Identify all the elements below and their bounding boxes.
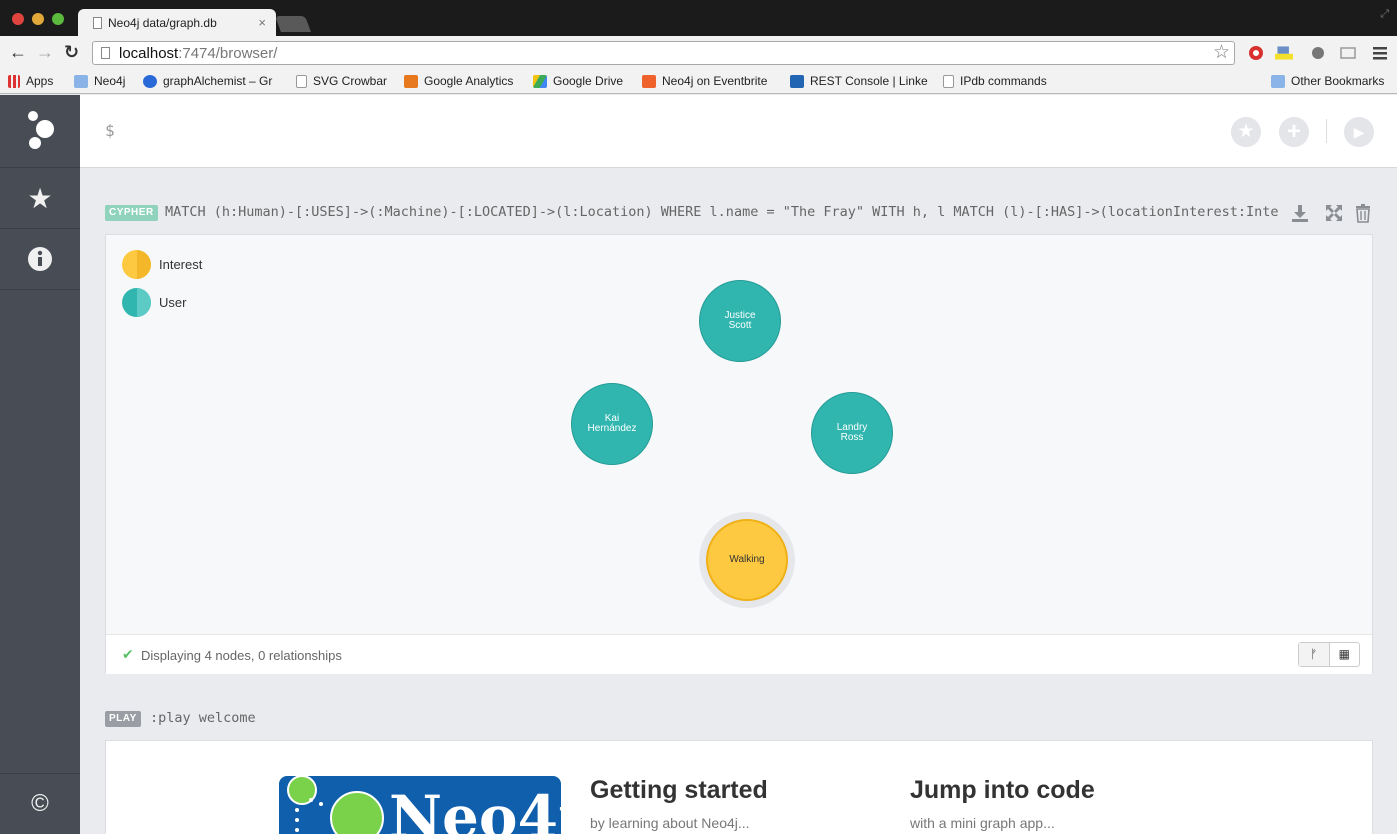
page-icon (101, 47, 110, 59)
tab-title: Neo4j data/graph.db (108, 16, 217, 30)
extension-new-icon[interactable] (1275, 44, 1293, 62)
document-icon (943, 74, 954, 88)
bookmark-eventbrite[interactable]: Neo4j on Eventbrite (642, 74, 767, 88)
browser-toolbar: ← → ↻ localhost:7474/browser/ ☆ (0, 36, 1397, 70)
window-minimize-button[interactable] (32, 13, 44, 25)
document-icon (93, 17, 102, 29)
browser-titlebar: Neo4j data/graph.db × ⤢ (0, 0, 1397, 37)
cypher-badge: CYPHER (105, 205, 158, 221)
card-title-getting-started[interactable]: Getting started (590, 776, 768, 805)
expand-icon[interactable] (1325, 203, 1343, 223)
window-zoom-button[interactable] (52, 13, 64, 25)
check-icon: ✔ (122, 646, 134, 662)
apps-grid-icon (8, 74, 20, 88)
bookmark-svg-crowbar[interactable]: SVG Crowbar (296, 74, 387, 88)
new-tab-button[interactable] (275, 16, 311, 32)
legend-label: Interest (159, 256, 203, 272)
graph-node-user[interactable]: Justice Scott (699, 280, 781, 362)
sidebar-item-about[interactable]: © (0, 773, 80, 834)
flask-icon (143, 74, 157, 88)
cast-icon[interactable] (1339, 44, 1357, 62)
logo-wordmark: Neo4j (389, 783, 561, 834)
bookmark-star-icon[interactable]: ☆ (1213, 41, 1230, 64)
analytics-icon (404, 74, 418, 88)
bookmark-rest-console[interactable]: REST Console | Linke (790, 74, 928, 88)
node-label: Walking (729, 554, 765, 565)
browser-tab-active[interactable]: Neo4j data/graph.db × (78, 9, 276, 37)
legend-swatch (122, 249, 151, 279)
extension-gray-icon[interactable] (1309, 44, 1327, 62)
frame-header: CYPHER MATCH (h:Human)-[:USES]->(:Machin… (105, 201, 1373, 225)
info-icon (28, 247, 52, 271)
play-frame-header: PLAY :play welcome (105, 708, 505, 730)
bookmark-google-analytics[interactable]: Google Analytics (404, 74, 513, 88)
run-play-button[interactable]: ▶ (1344, 117, 1374, 147)
frame-status-bar: ✔ Displaying 4 nodes, 0 relationships ᚠ … (106, 634, 1372, 674)
card-subtitle-getting-started: by learning about Neo4j... (590, 815, 750, 831)
editor-prompt: $ (105, 121, 115, 140)
bookmark-apps[interactable]: Apps (8, 74, 53, 88)
drive-icon (533, 74, 547, 88)
url-text[interactable]: localhost:7474/browser/ (119, 45, 277, 62)
graph-node-user[interactable]: Kai Hernández (571, 383, 653, 465)
star-icon: ★ (27, 183, 53, 214)
linkedin-icon (790, 74, 804, 88)
extension-red-icon[interactable] (1247, 44, 1265, 62)
result-summary: Displaying 4 nodes, 0 relationships (141, 648, 342, 663)
graph-dots-icon (287, 776, 384, 834)
legend-label: User (159, 294, 187, 310)
legend-swatch (122, 287, 151, 317)
node-label: Kai Hernández (587, 413, 637, 434)
copyright-icon: © (31, 790, 49, 817)
forward-arrow-icon[interactable]: → (36, 42, 54, 63)
tab-close-icon[interactable]: × (258, 15, 266, 30)
legend-item-interest[interactable]: Interest (122, 249, 202, 279)
folder-icon (74, 74, 88, 88)
bookmark-neo4j[interactable]: Neo4j (74, 74, 125, 88)
menu-icon[interactable] (1371, 44, 1389, 62)
app-sidebar: ★ © (0, 95, 80, 834)
bookmark-ipdb-commands[interactable]: IPdb commands (943, 74, 1047, 88)
trash-icon[interactable] (1355, 203, 1371, 223)
sidebar-item-info[interactable] (0, 229, 80, 290)
editor-divider (1326, 119, 1327, 143)
download-icon[interactable] (1290, 203, 1310, 223)
eventbrite-icon (642, 74, 656, 88)
table-view-icon[interactable]: ▦ (1330, 643, 1360, 666)
sidebar-item-favorites[interactable]: ★ (0, 168, 80, 229)
neo4j-logo: Neo4j (279, 776, 561, 834)
node-label: Justice Scott (724, 310, 756, 331)
sidebar-item-home[interactable] (0, 95, 80, 168)
bookmark-other-bookmarks[interactable]: Other Bookmarks (1271, 74, 1384, 88)
node-label: Landry Ross (836, 422, 868, 443)
bookmark-graphalchemist[interactable]: graphAlchemist – Gr (143, 74, 272, 88)
window-close-button[interactable] (12, 13, 24, 25)
back-arrow-icon[interactable]: ← (9, 42, 27, 63)
favorite-star-button[interactable]: ★ (1231, 117, 1261, 147)
fullscreen-icon[interactable]: ⤢ (1380, 8, 1389, 21)
play-badge: PLAY (105, 711, 141, 727)
neo4j-logo-icon (28, 111, 54, 149)
address-bar[interactable]: localhost:7474/browser/ ☆ (92, 41, 1235, 65)
document-icon (296, 74, 307, 88)
reload-icon[interactable]: ↻ (64, 42, 79, 63)
view-toggle: ᚠ ▦ (1298, 642, 1360, 667)
graph-node-interest[interactable]: Walking (706, 519, 788, 601)
folder-icon (1271, 74, 1285, 88)
add-button[interactable]: + (1279, 117, 1309, 147)
legend-item-user[interactable]: User (122, 287, 186, 317)
card-title-jump-into-code[interactable]: Jump into code (910, 776, 1095, 805)
graph-node-user[interactable]: Landry Ross (811, 392, 893, 474)
bookmarks-bar: Apps Neo4j graphAlchemist – Gr SVG Crowb… (0, 70, 1397, 94)
query-editor[interactable]: $ ★ + ▶ (80, 95, 1397, 168)
frame-query-text[interactable]: MATCH (h:Human)-[:USES]->(:Machine)-[:LO… (165, 204, 1280, 220)
play-command-text[interactable]: :play welcome (150, 710, 256, 726)
welcome-frame: Neo4j Getting started by learning about … (105, 740, 1373, 834)
graph-result-frame: Interest User Justice Scott Kai Hernández … (105, 234, 1373, 674)
graph-view-icon[interactable]: ᚠ (1299, 643, 1330, 666)
bookmark-google-drive[interactable]: Google Drive (533, 74, 623, 88)
card-subtitle-jump-into-code: with a mini graph app... (910, 815, 1055, 831)
